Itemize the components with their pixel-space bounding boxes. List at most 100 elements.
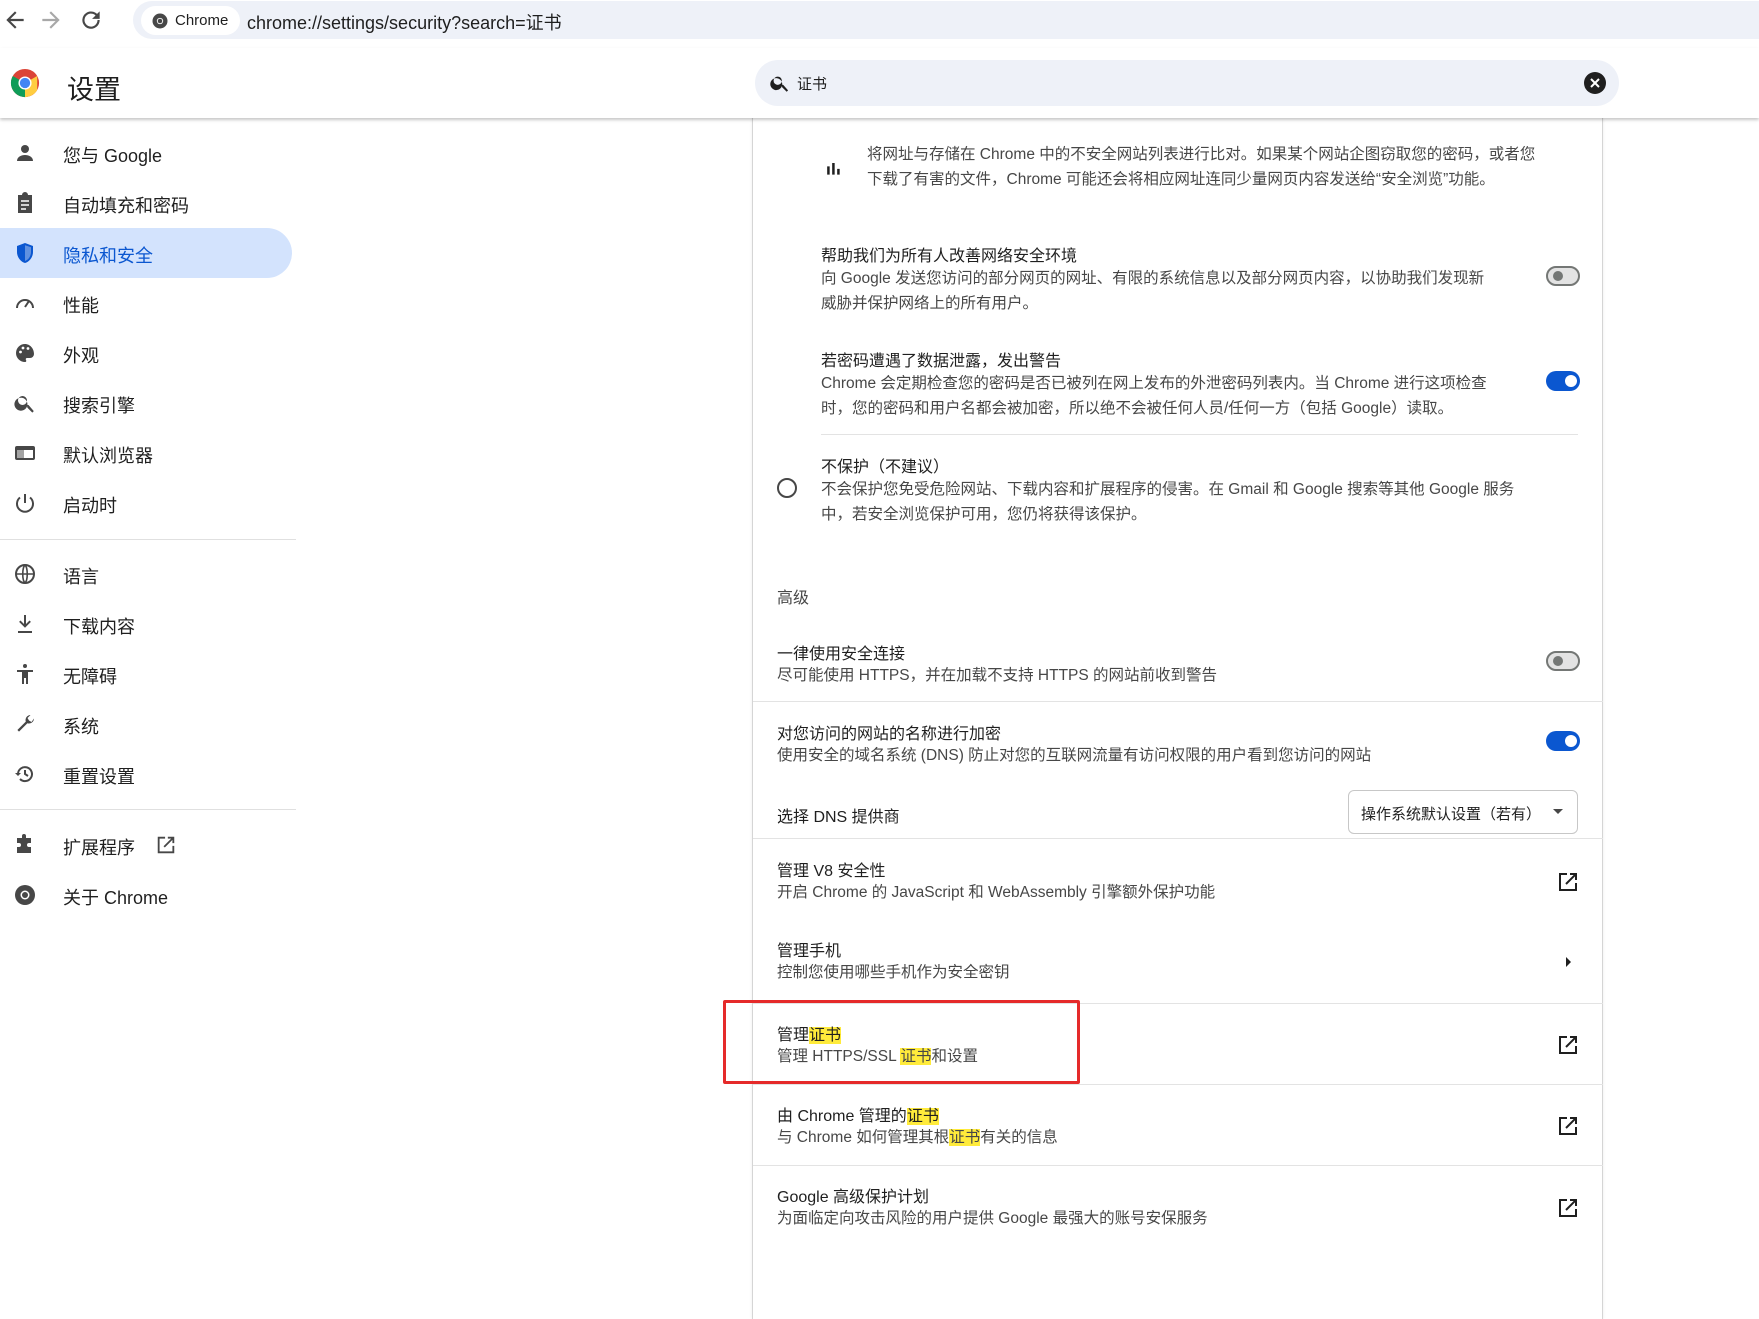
chrome-logo-icon xyxy=(152,13,168,28)
security-settings-card: 将网址与存储在 Chrome 中的不安全网站列表进行比对。如果某个网站企图窃取您… xyxy=(752,118,1603,1319)
clipboard-icon xyxy=(13,191,37,215)
site-chip-label: Chrome xyxy=(175,12,229,29)
sidebar-item-label: 搜索引擎 xyxy=(63,396,135,416)
password-leak-desc: Chrome 会定期检查您的密码是否已被列在网上发布的外泄密码列表内。当 Chr… xyxy=(821,375,1487,417)
external-link-icon[interactable] xyxy=(1556,1114,1580,1138)
improve-security-title: 帮助我们为所有人改善网络安全环境 xyxy=(821,248,1078,265)
chevron-down-icon xyxy=(1553,809,1563,814)
browser-toolbar: Chrome chrome://settings/security?search… xyxy=(0,0,1759,48)
sidebar-item-performance[interactable]: 性能 xyxy=(0,278,292,328)
v8-security-desc: 开启 Chrome 的 JavaScript 和 WebAssembly 引擎额… xyxy=(777,884,1216,901)
sidebar-item-you-and-google[interactable]: 您与 Google xyxy=(0,128,292,178)
improve-security-desc: 向 Google 发送您访问的部分网页的网址、有限的系统信息以及部分网页内容，以… xyxy=(821,270,1485,312)
sidebar-item-label: 启动时 xyxy=(63,496,117,516)
speedometer-icon xyxy=(13,291,37,315)
no-protection-desc: 不会保护您免受危险网站、下载内容和扩展程序的侵害。在 Gmail 和 Googl… xyxy=(821,481,1515,523)
external-link-icon xyxy=(157,836,175,854)
always-https-title: 一律使用安全连接 xyxy=(777,646,906,663)
dns-provider-value: 操作系统默认设置（若有） xyxy=(1361,806,1542,823)
site-info-chip[interactable]: Chrome xyxy=(141,6,241,35)
manage-phones-desc: 控制您使用哪些手机作为安全密钥 xyxy=(777,964,1010,981)
settings-search[interactable] xyxy=(755,60,1619,106)
secure-dns-title: 对您访问的网站的名称进行加密 xyxy=(777,726,1002,743)
search-highlight: 证书 xyxy=(949,1129,981,1146)
sidebar-item-label: 自动填充和密码 xyxy=(63,196,189,216)
address-bar[interactable]: Chrome chrome://settings/security?search… xyxy=(133,1,1759,39)
sidebar-item-label: 外观 xyxy=(63,346,99,366)
page-title: 设置 xyxy=(67,75,121,105)
url-text[interactable]: chrome://settings/security?search=证书 xyxy=(247,9,562,35)
shield-icon xyxy=(13,241,37,265)
improve-security-toggle[interactable] xyxy=(1546,266,1580,286)
sidebar-item-system[interactable]: 系统 xyxy=(0,699,292,749)
secure-dns-toggle[interactable] xyxy=(1546,731,1580,751)
divider xyxy=(753,838,1603,839)
person-icon xyxy=(13,141,37,165)
settings-sidebar: 您与 Google 自动填充和密码 隐私和安全 性能 外观 搜索引擎 默认浏览器… xyxy=(0,118,296,1319)
download-icon xyxy=(13,612,37,636)
advanced-heading: 高级 xyxy=(777,590,810,607)
chrome-logo-icon xyxy=(10,68,40,98)
power-icon xyxy=(13,491,37,515)
sidebar-item-label: 您与 Google xyxy=(63,146,163,166)
password-leak-toggle[interactable] xyxy=(1546,371,1580,391)
browser-window-icon xyxy=(13,441,37,465)
reload-icon[interactable] xyxy=(78,7,104,33)
accessibility-icon xyxy=(13,662,37,686)
sidebar-item-label: 语言 xyxy=(63,567,99,587)
chevron-right-icon[interactable] xyxy=(1556,950,1580,974)
sidebar-item-reset-settings[interactable]: 重置设置 xyxy=(0,749,292,799)
globe-icon xyxy=(13,562,37,586)
sidebar-item-appearance[interactable]: 外观 xyxy=(0,328,292,378)
dns-provider-select[interactable]: 操作系统默认设置（若有） xyxy=(1348,790,1578,834)
sidebar-item-label: 默认浏览器 xyxy=(63,446,153,466)
no-protection-radio[interactable] xyxy=(777,478,797,498)
close-icon xyxy=(1590,78,1600,88)
puzzle-icon xyxy=(13,833,37,857)
password-leak-title: 若密码遭遇了数据泄露，发出警告 xyxy=(821,353,1062,370)
bar-chart-icon xyxy=(827,163,840,175)
sidebar-item-about-chrome[interactable]: 关于 Chrome xyxy=(0,870,292,920)
divider xyxy=(753,1165,1603,1166)
chrome-logo-icon xyxy=(13,883,37,907)
search-icon xyxy=(13,391,37,415)
clear-search-button[interactable] xyxy=(1584,72,1606,94)
annotation-highlight-box xyxy=(723,1000,1080,1084)
chrome-managed-certificates-title: 由 Chrome 管理的证书 xyxy=(777,1108,939,1125)
v8-security-title: 管理 V8 安全性 xyxy=(777,863,886,880)
sidebar-item-label: 关于 Chrome xyxy=(63,888,169,908)
palette-icon xyxy=(13,341,37,365)
sidebar-item-label: 性能 xyxy=(63,296,99,316)
search-input[interactable] xyxy=(797,69,1537,97)
dns-provider-label: 选择 DNS 提供商 xyxy=(777,809,900,826)
sidebar-item-accessibility[interactable]: 无障碍 xyxy=(0,649,292,699)
sidebar-item-downloads[interactable]: 下载内容 xyxy=(0,599,292,649)
sidebar-item-label: 无障碍 xyxy=(63,667,117,687)
back-arrow-icon[interactable] xyxy=(2,7,28,33)
manage-phones-title: 管理手机 xyxy=(777,943,842,960)
search-icon xyxy=(770,76,789,92)
sidebar-item-label: 系统 xyxy=(63,717,99,737)
sidebar-item-privacy-security[interactable]: 隐私和安全 xyxy=(0,228,292,278)
divider xyxy=(821,434,1578,435)
external-link-icon[interactable] xyxy=(1556,1196,1580,1220)
forward-arrow-icon[interactable] xyxy=(38,7,64,33)
sidebar-item-search-engine[interactable]: 搜索引擎 xyxy=(0,378,292,428)
sidebar-item-label: 隐私和安全 xyxy=(63,246,153,266)
sidebar-item-label: 重置设置 xyxy=(63,767,135,787)
external-link-icon[interactable] xyxy=(1556,1033,1580,1057)
chrome-managed-certificates-desc: 与 Chrome 如何管理其根证书有关的信息 xyxy=(777,1129,1058,1146)
sidebar-item-autofill[interactable]: 自动填充和密码 xyxy=(0,178,292,228)
sidebar-item-extensions[interactable]: 扩展程序 xyxy=(0,820,292,870)
always-https-toggle[interactable] xyxy=(1546,651,1580,671)
no-protection-title: 不保护（不建议） xyxy=(821,459,950,476)
divider xyxy=(753,1084,1603,1085)
sidebar-item-label: 下载内容 xyxy=(63,617,135,637)
external-link-icon[interactable] xyxy=(1556,870,1580,894)
history-icon xyxy=(13,762,37,786)
settings-header: 设置 xyxy=(0,48,1759,118)
sidebar-item-default-browser[interactable]: 默认浏览器 xyxy=(0,428,292,478)
sidebar-item-languages[interactable]: 语言 xyxy=(0,549,292,599)
advanced-protection-title: Google 高级保护计划 xyxy=(777,1189,930,1206)
sidebar-item-on-startup[interactable]: 启动时 xyxy=(0,478,292,528)
